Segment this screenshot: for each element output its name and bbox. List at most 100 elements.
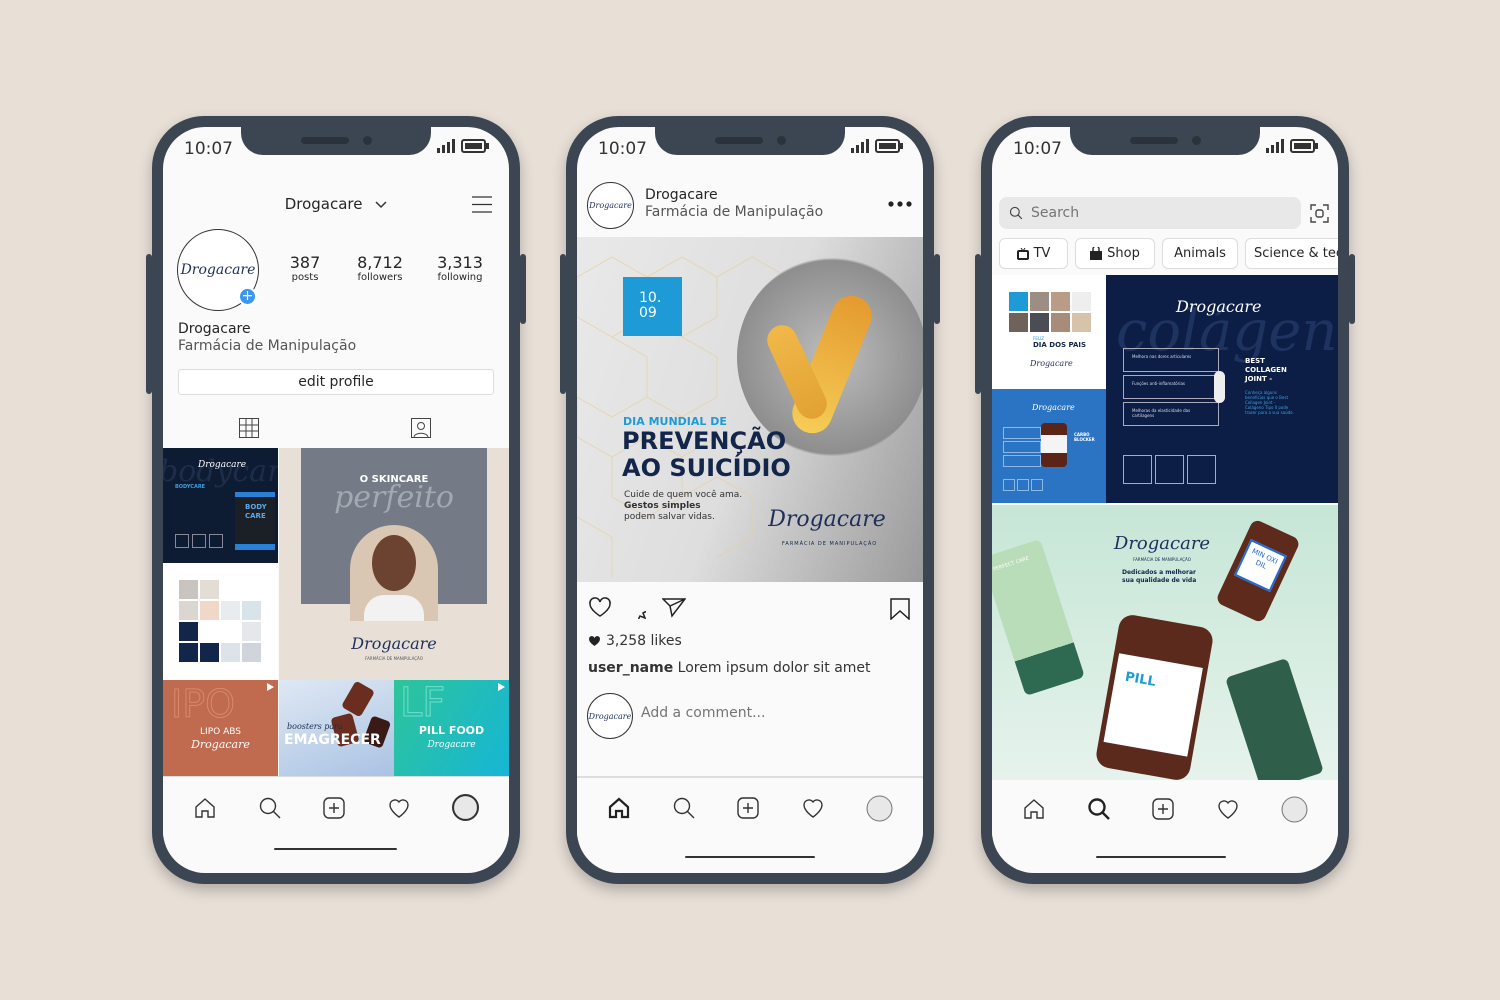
phone-profile: 10:07 Drogacare Drogacare + 387 posts 8,7… xyxy=(146,116,526,884)
comment-input[interactable] xyxy=(641,705,901,721)
post-screen: 10:07 Drogacare Drogacare Farmácia de Ma… xyxy=(577,127,923,873)
explore-tile-dia-dos-pais[interactable]: FELIZ DIA DOS PAIS Drogacare xyxy=(992,275,1106,389)
profile-stats: 387 posts 8,712 followers 3,313 following xyxy=(275,253,495,283)
explore-screen: 10:07 TV Shop Animals Science & tec FELI… xyxy=(992,127,1338,873)
signal-icon xyxy=(437,139,455,153)
foot-cream-tube xyxy=(1225,657,1324,780)
pill-food-bottle: PILL xyxy=(1094,612,1215,780)
heart-icon[interactable] xyxy=(387,796,411,820)
explore-tile-collagen[interactable]: colágeno Drogacare Melhora nas dores art… xyxy=(1106,275,1338,503)
like-icon[interactable] xyxy=(588,596,612,618)
grid-post-pillfood[interactable]: LF PILL FOOD Drogacare xyxy=(394,680,509,776)
signal-icon xyxy=(1266,139,1284,153)
battery-icon xyxy=(875,139,903,153)
commenter-avatar: Drogacare xyxy=(587,693,633,739)
home-indicator xyxy=(1096,856,1226,858)
search-bar[interactable] xyxy=(999,197,1301,229)
status-time: 10:07 xyxy=(184,139,233,159)
grid-post-boosters[interactable]: boosters para EMAGRECER xyxy=(279,680,394,776)
search-input[interactable] xyxy=(1031,205,1271,221)
home-icon[interactable] xyxy=(193,796,217,820)
heart-icon[interactable] xyxy=(801,796,825,820)
grid-post-bodycare[interactable]: bodycare Drogacare BODYCARE BODY CARE xyxy=(163,448,278,563)
bookmark-icon[interactable] xyxy=(890,598,910,620)
chip-tv[interactable]: TV xyxy=(999,238,1068,269)
profile-username-switcher[interactable]: Drogacare xyxy=(163,195,509,213)
grid-post-lipo[interactable]: IPO LIPO ABS Drogacare xyxy=(163,680,278,776)
post-avatar[interactable]: Drogacare xyxy=(587,182,634,229)
profile-avatar-icon[interactable] xyxy=(1281,796,1308,823)
post-account-name[interactable]: Drogacare xyxy=(645,187,718,203)
add-story-plus-icon[interactable]: + xyxy=(238,287,257,306)
likes-count[interactable]: 3,258 likes xyxy=(588,633,682,649)
search-icon[interactable] xyxy=(258,796,282,820)
bag-icon xyxy=(1090,247,1103,260)
status-icons xyxy=(851,139,903,153)
stat-following[interactable]: 3,313 following xyxy=(425,253,495,283)
chip-shop[interactable]: Shop xyxy=(1075,238,1155,269)
add-post-icon[interactable] xyxy=(1151,797,1175,821)
video-icon xyxy=(267,683,274,691)
bottom-nav xyxy=(163,776,509,838)
battery-icon xyxy=(1290,139,1318,153)
post-caption: user_name Lorem ipsum dolor sit amet xyxy=(588,660,871,676)
chip-science-tech[interactable]: Science & tec xyxy=(1245,238,1338,269)
add-post-icon[interactable] xyxy=(736,796,760,820)
bottom-nav xyxy=(577,776,923,838)
search-icon[interactable] xyxy=(1087,797,1111,821)
status-time: 10:07 xyxy=(1013,139,1062,159)
home-icon[interactable] xyxy=(607,796,631,820)
status-time: 10:07 xyxy=(598,139,647,159)
search-icon[interactable] xyxy=(672,796,696,820)
profile-screen: 10:07 Drogacare Drogacare + 387 posts 8,7… xyxy=(163,127,509,873)
profile-avatar-icon[interactable] xyxy=(866,795,893,822)
profile-bio: Farmácia de Manipulação xyxy=(178,338,357,354)
model-photo xyxy=(350,525,438,621)
profile-username: Drogacare xyxy=(284,195,363,213)
avatar-logo: Drogacare xyxy=(180,262,256,278)
post-image-title: PREVENÇÃO AO SUICÍDIO xyxy=(622,427,791,482)
video-icon xyxy=(498,683,505,691)
battery-icon xyxy=(461,139,489,153)
phone-post: 10:07 Drogacare Drogacare Farmácia de Ma… xyxy=(560,116,940,884)
heart-filled-icon xyxy=(589,636,600,646)
notch xyxy=(241,127,431,155)
home-indicator xyxy=(274,848,397,850)
post-image[interactable]: 10. 09 DIA MUNDIAL DE PREVENÇÃO AO SUICÍD… xyxy=(577,237,923,582)
chip-animals[interactable]: Animals xyxy=(1162,238,1238,269)
grid-tab-icon[interactable] xyxy=(239,418,259,438)
explore-tile-carbo-blocker[interactable]: Drogacare CARBO BLOCKER xyxy=(992,389,1106,503)
phone-explore: 10:07 TV Shop Animals Science & tec FELI… xyxy=(975,116,1355,884)
chevron-down-icon xyxy=(375,201,387,209)
home-icon[interactable] xyxy=(1022,797,1046,821)
edit-profile-button[interactable]: edit profile xyxy=(178,369,494,395)
explore-tile-products[interactable]: PERFECT CARE Drogacare FARMÁCIA DE MANIP… xyxy=(992,505,1338,780)
search-icon xyxy=(1009,206,1023,220)
status-icons xyxy=(1266,139,1318,153)
comment-icon[interactable] xyxy=(624,597,646,619)
notch xyxy=(655,127,845,155)
signal-icon xyxy=(851,139,869,153)
date-badge: 10. 09 xyxy=(623,277,682,336)
grid-post-skincare[interactable]: O SKINCARE perfeito Drogacare FARMÁCIA D… xyxy=(279,448,509,680)
add-post-icon[interactable] xyxy=(322,796,346,820)
heart-icon[interactable] xyxy=(1216,797,1240,821)
bottom-nav xyxy=(992,780,1338,838)
profile-name: Drogacare xyxy=(178,321,251,337)
menu-icon[interactable] xyxy=(472,196,492,213)
caption-username[interactable]: user_name xyxy=(588,660,673,676)
stat-followers[interactable]: 8,712 followers xyxy=(345,253,415,283)
stat-posts[interactable]: 387 posts xyxy=(275,253,335,283)
status-icons xyxy=(437,139,489,153)
tv-icon xyxy=(1016,247,1029,260)
home-indicator xyxy=(685,856,815,858)
perfect-care-tube: PERFECT CARE xyxy=(992,538,1085,697)
share-icon[interactable] xyxy=(662,597,686,618)
notch xyxy=(1070,127,1260,155)
more-options-icon[interactable] xyxy=(888,201,912,207)
post-account-subtitle: Farmácia de Manipulação xyxy=(645,204,824,220)
profile-avatar-icon[interactable] xyxy=(451,794,479,821)
grid-post-team[interactable] xyxy=(163,563,278,680)
tagged-tab-icon[interactable] xyxy=(411,418,431,438)
scan-icon[interactable] xyxy=(1310,204,1329,223)
